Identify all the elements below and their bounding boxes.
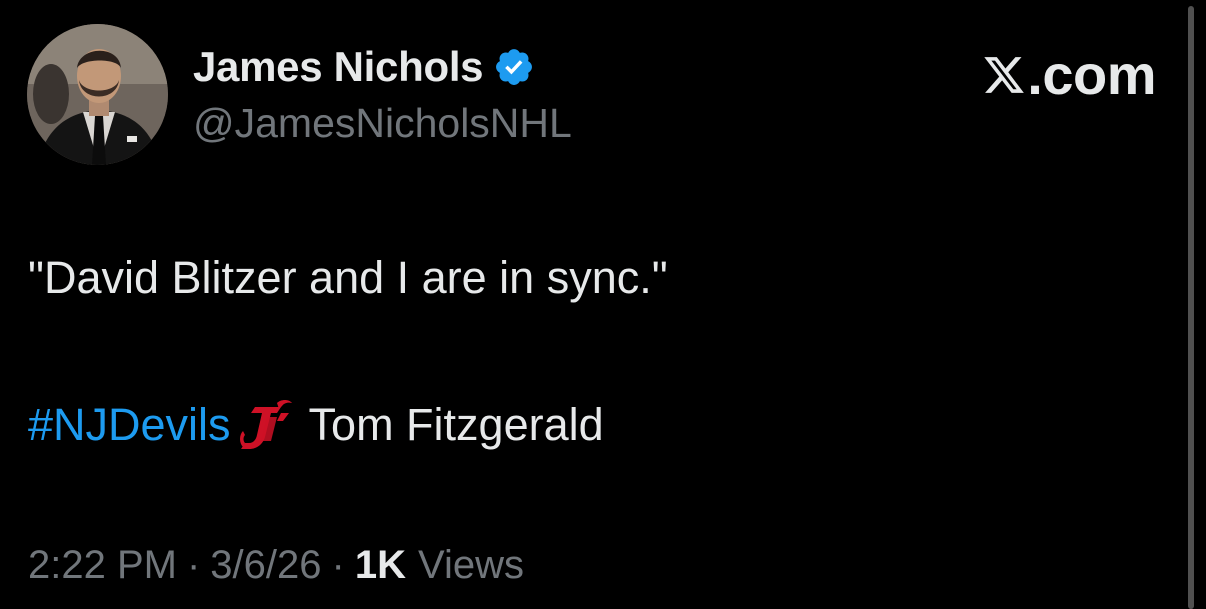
meta-separator: · — [331, 543, 345, 587]
scrollbar[interactable] — [1188, 6, 1194, 609]
tweet-card: James Nichols @JamesNicholsNHL .com "Dav… — [0, 0, 1206, 609]
tweet-meta: 2:22 PM · 3/6/26 · 1K Views — [28, 543, 524, 588]
author-name-row: James Nichols — [193, 40, 535, 94]
attribution-text: Tom Fitzgerald — [308, 399, 604, 450]
nj-devils-logo-icon — [239, 400, 292, 449]
author-handle[interactable]: @JamesNicholsNHL — [193, 100, 572, 147]
hashtag-link[interactable]: #NJDevils — [28, 399, 231, 451]
meta-separator: · — [186, 543, 201, 587]
views-label: Views — [417, 543, 524, 587]
brand-domain-text: .com — [1027, 43, 1156, 106]
author-avatar[interactable] — [27, 24, 168, 165]
avatar-photo-icon — [27, 24, 168, 165]
tweet-tags-row: #NJDevils Tom Fitzgerald — [28, 397, 604, 453]
x-logo-icon — [984, 56, 1025, 93]
views-count[interactable]: 1K — [355, 543, 406, 587]
verified-badge-icon[interactable] — [493, 46, 535, 88]
brand-watermark: .com — [982, 42, 1156, 107]
tweet-quote-text: "David Blitzer and I are in sync." — [28, 252, 668, 303]
author-display-name[interactable]: James Nichols — [193, 43, 484, 91]
tweet-time[interactable]: 2:22 PM — [28, 543, 177, 587]
tweet-date[interactable]: 3/6/26 — [210, 543, 321, 587]
